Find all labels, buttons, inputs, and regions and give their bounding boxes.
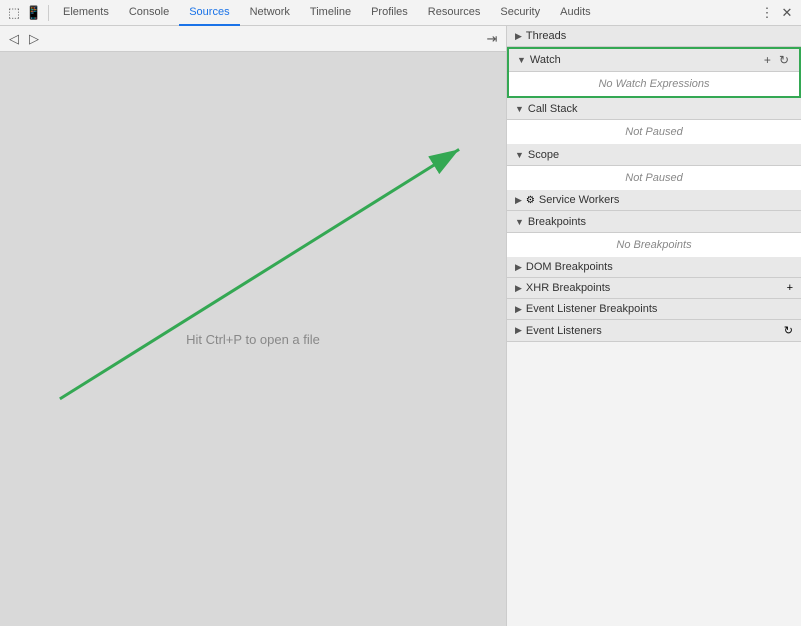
breakpoints-section-header[interactable]: ▼ Breakpoints [507,211,801,233]
scope-content: Not Paused [507,166,801,190]
watch-placeholder: No Watch Expressions [509,72,799,96]
left-panel: ◁ ▷ ⇥ Hit Ctrl+P to open a file [0,26,507,626]
breakpoints-arrow-icon: ▼ [515,217,524,227]
threads-arrow-icon: ▶ [515,31,522,42]
right-panel: ▶ Threads ▼ Watch + ↻ No Watch Expressio… [507,26,801,626]
service-workers-label: Service Workers [539,194,619,206]
tab-timeline[interactable]: Timeline [300,0,361,26]
event-listeners-refresh-button[interactable]: ↻ [784,324,793,337]
watch-actions: + ↻ [762,53,791,67]
breakpoints-content: No Breakpoints [507,233,801,257]
event-listeners-arrow-icon: ▶ [515,325,522,336]
tab-network[interactable]: Network [240,0,300,26]
inspect-icon[interactable]: ⬚ [6,5,22,21]
left-toolbar: ◁ ▷ ⇥ [0,26,506,52]
breakpoints-placeholder: No Breakpoints [507,233,801,257]
xhr-breakpoints-section-header[interactable]: ▶ XHR Breakpoints + [507,278,801,299]
breakpoints-label: Breakpoints [528,216,793,228]
watch-content: No Watch Expressions [509,72,799,96]
scope-arrow-icon: ▼ [515,150,524,160]
hint-text: Hit Ctrl+P to open a file [186,332,320,347]
tab-elements[interactable]: Elements [53,0,119,26]
scope-status: Not Paused [507,166,801,190]
close-icon[interactable]: ✕ [779,5,795,21]
watch-section: ▼ Watch + ↻ No Watch Expressions [507,47,801,98]
tab-audits[interactable]: Audits [550,0,601,26]
watch-refresh-button[interactable]: ↻ [777,53,791,67]
tab-resources[interactable]: Resources [418,0,491,26]
call-stack-section-header[interactable]: ▼ Call Stack [507,98,801,120]
divider-1 [48,5,49,21]
service-workers-arrow-icon: ▶ [515,195,522,206]
back-icon[interactable]: ◁ [6,31,22,47]
device-icon[interactable]: 📱 [26,5,42,21]
event-listener-breakpoints-section-header[interactable]: ▶ Event Listener Breakpoints [507,299,801,320]
event-listeners-section-header[interactable]: ▶ Event Listeners ↻ [507,320,801,342]
dom-breakpoints-section-header[interactable]: ▶ DOM Breakpoints [507,257,801,278]
dom-breakpoints-label: DOM Breakpoints [526,261,613,273]
threads-label: Threads [526,30,566,42]
tab-profiles[interactable]: Profiles [361,0,418,26]
gear-icon: ⚙ [526,195,535,206]
main-layout: ◁ ▷ ⇥ Hit Ctrl+P to open a file [0,26,801,626]
call-stack-label: Call Stack [528,103,793,115]
event-listener-breakpoints-arrow-icon: ▶ [515,304,522,315]
watch-arrow-icon: ▼ [517,55,526,65]
scope-section-header[interactable]: ▼ Scope [507,144,801,166]
expand-icon[interactable]: ⇥ [484,31,500,47]
left-content-area: Hit Ctrl+P to open a file [0,52,506,626]
call-stack-status: Not Paused [507,120,801,144]
call-stack-arrow-icon: ▼ [515,104,524,114]
tab-sources[interactable]: Sources [179,0,239,26]
event-listeners-label: Event Listeners [526,325,602,337]
xhr-add-button[interactable]: + [787,282,793,294]
forward-icon[interactable]: ▷ [26,31,42,47]
overflow-icon[interactable]: ⋮ [759,5,775,21]
scope-label: Scope [528,149,793,161]
threads-section-header[interactable]: ▶ Threads [507,26,801,47]
tab-bar: ⬚ 📱 Elements Console Sources Network Tim… [0,0,801,26]
dom-breakpoints-arrow-icon: ▶ [515,262,522,273]
service-workers-section-header[interactable]: ▶ ⚙ Service Workers [507,190,801,211]
tab-security[interactable]: Security [490,0,550,26]
watch-add-button[interactable]: + [762,53,773,67]
watch-label: Watch [530,54,762,66]
event-listener-breakpoints-label: Event Listener Breakpoints [526,303,657,315]
xhr-breakpoints-label: XHR Breakpoints [526,282,610,294]
call-stack-content: Not Paused [507,120,801,144]
xhr-breakpoints-arrow-icon: ▶ [515,283,522,294]
app-root: ⬚ 📱 Elements Console Sources Network Tim… [0,0,801,626]
tab-console[interactable]: Console [119,0,179,26]
watch-section-header[interactable]: ▼ Watch + ↻ [509,49,799,72]
